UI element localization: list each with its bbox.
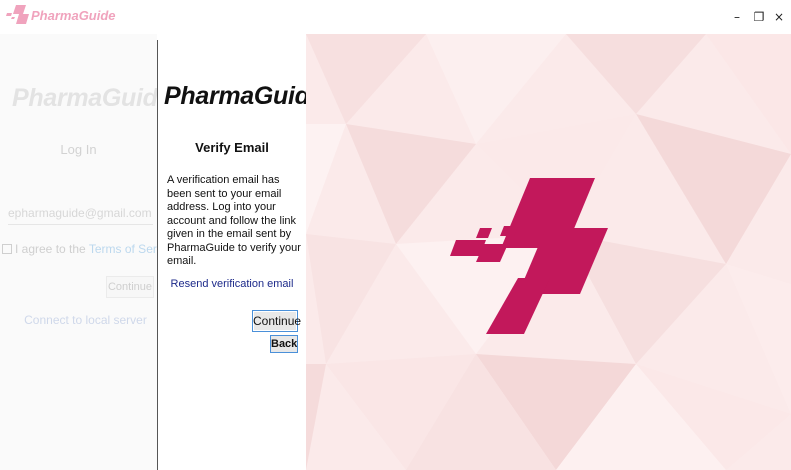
resend-verification-link[interactable]: Resend verification email — [158, 278, 306, 290]
back-button[interactable]: Back — [270, 335, 298, 353]
close-button[interactable]: × — [768, 6, 790, 28]
agree-label: I agree to the — [15, 242, 89, 256]
login-brand: PharmaGuide — [12, 84, 172, 112]
login-continue-button[interactable]: Continue — [106, 276, 154, 298]
login-heading: Log In — [60, 142, 97, 157]
login-panel: PharmaGuide Log In epharmaguide@gmail.co… — [0, 34, 178, 470]
continue-button[interactable]: Continue — [252, 310, 301, 332]
pharmaguide-large-logo-icon — [450, 178, 608, 334]
terms-agreement: I agree to the Terms of Service — [2, 242, 178, 256]
verify-title: Verify Email — [195, 140, 269, 155]
window-title: PharmaGuide — [31, 8, 116, 23]
terms-checkbox[interactable] — [2, 244, 12, 254]
connect-local-server-link[interactable]: Connect to local server — [0, 313, 171, 327]
pharmaguide-logo-icon — [6, 5, 29, 24]
maximize-button[interactable]: ❐ — [748, 6, 770, 28]
email-field-underline — [8, 224, 153, 225]
verify-brand: PharmaGuide — [164, 82, 324, 110]
verify-message: A verification email has been sent to yo… — [167, 174, 301, 267]
title-bar: PharmaGuide – ❐ × — [0, 0, 791, 34]
verify-email-panel: PharmaGuide Verify Email A verification … — [158, 34, 324, 470]
minimize-button[interactable]: – — [726, 6, 748, 28]
email-field[interactable]: epharmaguide@gmail.com — [8, 206, 153, 220]
